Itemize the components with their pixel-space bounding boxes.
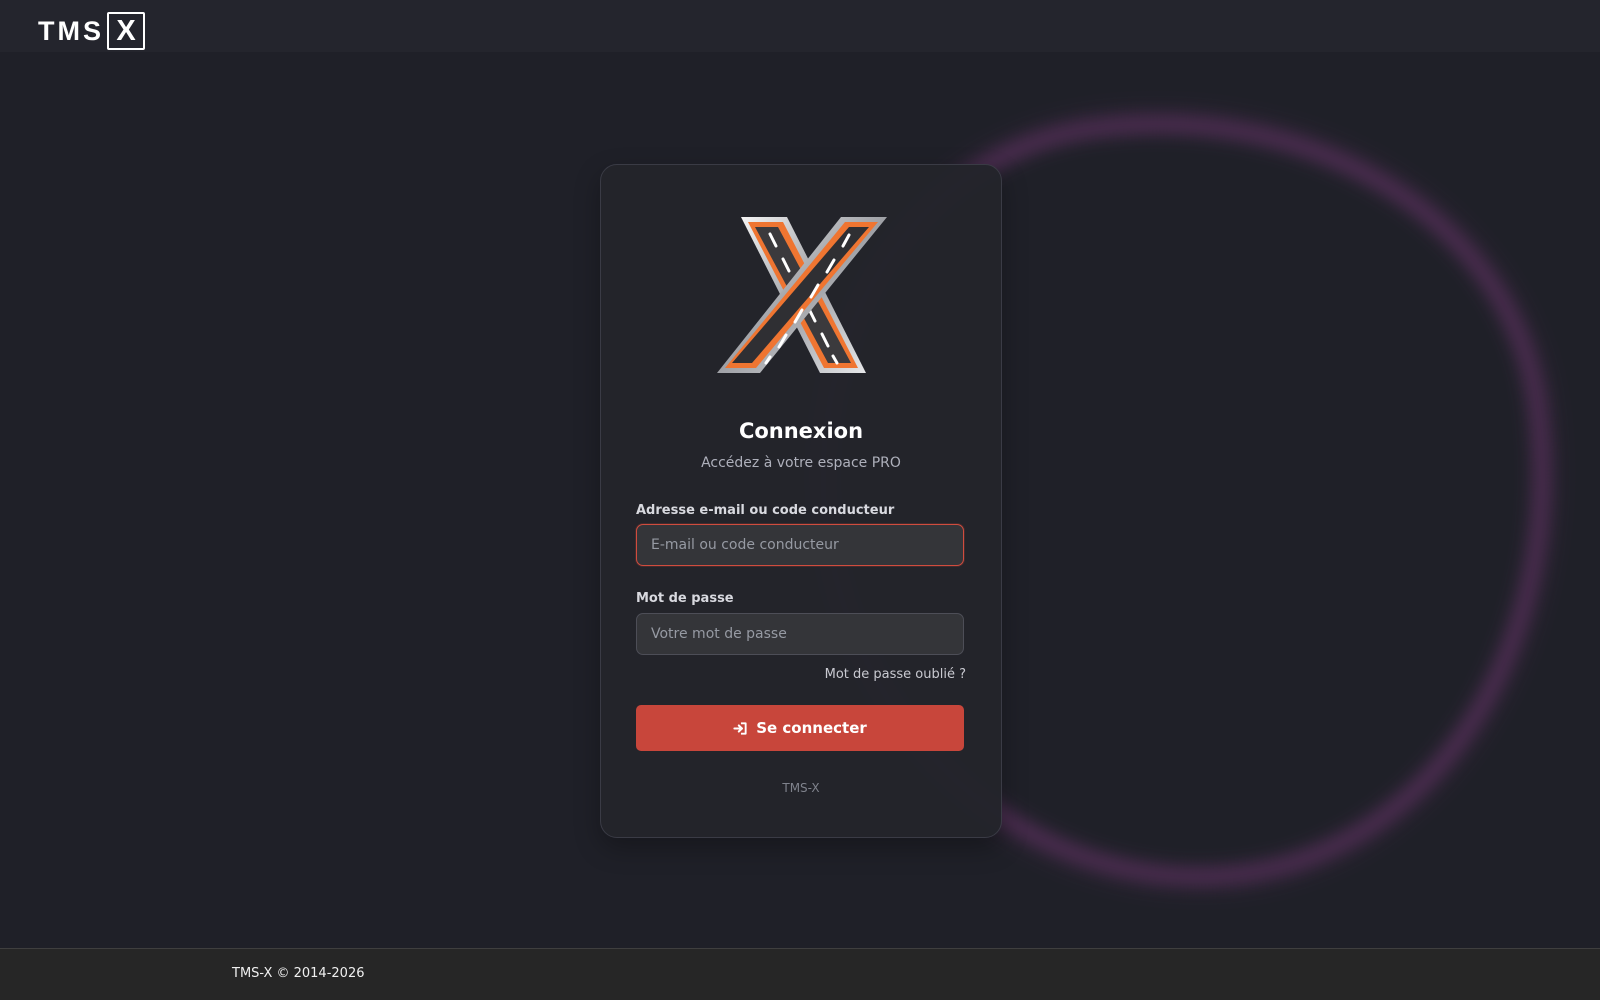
sign-in-icon — [733, 721, 748, 736]
brand-text: TMS — [38, 16, 104, 46]
email-field[interactable] — [636, 524, 964, 566]
login-card: Connexion Accédez à votre espace PRO Adr… — [600, 164, 1002, 838]
tms-x-brand-logo: TMS X — [38, 12, 145, 50]
copyright-text: TMS-X © 2014-2026 — [232, 966, 365, 981]
top-navigation-bar: TMS X — [0, 0, 1600, 52]
login-button[interactable]: Se connecter — [636, 705, 964, 751]
email-field-label: Adresse e-mail ou code conducteur — [636, 503, 895, 518]
login-subtitle: Accédez à votre espace PRO — [701, 455, 901, 471]
login-title: Connexion — [738, 419, 864, 443]
page-footer: TMS-X © 2014-2026 — [0, 948, 1600, 1000]
password-field-label: Mot de passe — [636, 591, 734, 606]
password-field[interactable] — [636, 613, 964, 655]
road-x-logo-icon — [717, 217, 887, 373]
card-footer-label: TMS-X — [782, 781, 820, 795]
forgot-password-link[interactable]: Mot de passe oublié ? — [825, 667, 966, 683]
login-button-label: Se connecter — [756, 719, 867, 737]
brand-boxed-x: X — [107, 12, 145, 50]
road-x-right-stroke — [717, 217, 887, 373]
